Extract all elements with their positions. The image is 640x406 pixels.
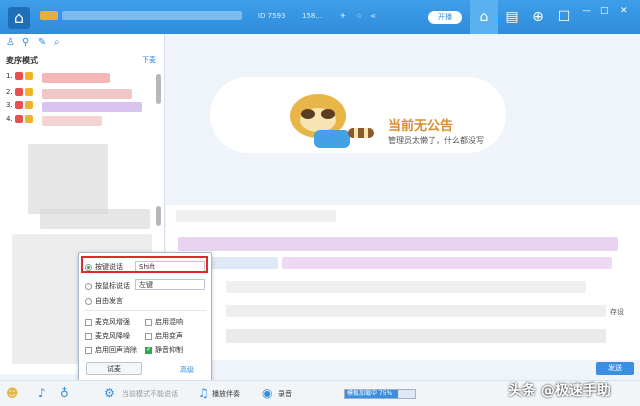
checkbox[interactable] bbox=[85, 332, 92, 340]
checkbox[interactable] bbox=[145, 332, 152, 340]
silence-suppress-option[interactable]: 静音抑制 bbox=[145, 345, 183, 355]
mouse-talk-key[interactable]: 左键 bbox=[135, 279, 205, 290]
radio[interactable] bbox=[85, 297, 92, 305]
nav-game-icon[interactable]: ⊕ bbox=[524, 0, 552, 34]
nav-phone-icon[interactable]: ☐ bbox=[550, 0, 578, 34]
speaker-icon[interactable]: ♪ bbox=[38, 386, 46, 400]
online-count: 158... bbox=[302, 12, 323, 20]
edit-icon[interactable]: ✎ bbox=[38, 37, 46, 48]
progress-label: 模板加载中 75% bbox=[347, 390, 393, 397]
favorite-icon[interactable]: ☆ bbox=[356, 12, 362, 20]
raccoon-mascot-icon bbox=[290, 94, 374, 148]
settings-icon[interactable]: ⚙ bbox=[104, 386, 115, 400]
queue-row[interactable]: 2. bbox=[6, 88, 33, 100]
chat-area: 存设 bbox=[166, 205, 640, 360]
location-icon[interactable]: ⚲ bbox=[22, 37, 29, 48]
minimize-button[interactable]: — bbox=[582, 6, 591, 16]
badge-icon bbox=[14, 115, 23, 123]
free-talk-option[interactable]: 自由发言 bbox=[85, 296, 123, 306]
reverb-option[interactable]: 启用混响 bbox=[145, 317, 183, 327]
notice-subtitle: 管理员太懒了，什么都没写 bbox=[388, 136, 484, 145]
crown-icon bbox=[24, 72, 33, 80]
chat-line bbox=[282, 257, 612, 269]
music-icon[interactable]: ♫ bbox=[198, 386, 209, 400]
nav-home-icon[interactable]: ⌂ bbox=[470, 0, 498, 34]
checkbox[interactable] bbox=[85, 318, 92, 326]
down-mic-button[interactable]: 下麦 bbox=[142, 55, 156, 65]
record-label[interactable]: 录音 bbox=[278, 389, 292, 399]
maximize-button[interactable]: □ bbox=[600, 6, 609, 16]
room-id: ID 7593 bbox=[258, 12, 286, 20]
progress-bar: 模板加载中 75% bbox=[344, 389, 416, 399]
chat-line bbox=[226, 281, 586, 293]
chat-line bbox=[226, 305, 606, 317]
checkbox[interactable] bbox=[145, 318, 152, 326]
badge-icon bbox=[14, 101, 23, 109]
send-button[interactable]: 发送 bbox=[596, 362, 634, 375]
mouse-talk-option[interactable]: 按鼠标说话 bbox=[85, 281, 130, 291]
live-button[interactable]: 开播 bbox=[428, 11, 462, 24]
title-bar: ⌂ ID 7593 158... ✈ ☆ ⋖ 开播 ⌂ ▤ ⊕ ☐ — □ ✕ bbox=[0, 0, 640, 34]
home-icon[interactable]: ⌂ bbox=[8, 7, 30, 29]
queue-number: 1. bbox=[6, 72, 13, 80]
chat-line bbox=[226, 329, 606, 343]
record-icon[interactable]: ◉ bbox=[262, 386, 272, 400]
search-icon[interactable]: ⌕ bbox=[54, 37, 60, 48]
raccoon-avatar-icon[interactable]: ☻ bbox=[6, 386, 19, 400]
test-mic-button[interactable]: 试麦 bbox=[86, 362, 142, 375]
queue-number: 4. bbox=[6, 115, 13, 123]
member-scrollbar[interactable] bbox=[156, 206, 161, 226]
queue-name bbox=[42, 89, 132, 99]
queue-name bbox=[42, 102, 142, 112]
queue-row[interactable]: 1. bbox=[6, 72, 33, 84]
chat-line bbox=[178, 237, 618, 251]
crown-icon bbox=[24, 115, 33, 123]
mic-icon[interactable]: ♁ bbox=[60, 386, 69, 400]
member-list bbox=[28, 144, 108, 214]
badge-icon bbox=[14, 88, 23, 96]
user-icon[interactable]: ♙ bbox=[6, 37, 15, 48]
share-icon[interactable]: ⋖ bbox=[370, 12, 376, 20]
queue-row[interactable]: 3. bbox=[6, 101, 33, 113]
room-name bbox=[40, 11, 58, 20]
queue-number: 2. bbox=[6, 88, 13, 96]
radio[interactable] bbox=[85, 282, 92, 290]
room-info bbox=[62, 11, 242, 20]
chat-line bbox=[176, 210, 336, 222]
queue-number: 3. bbox=[6, 101, 13, 109]
checkbox[interactable] bbox=[85, 346, 92, 354]
mic-mode-label: 麦序模式 bbox=[6, 56, 38, 65]
checkbox-checked[interactable] bbox=[145, 345, 152, 354]
crown-icon bbox=[24, 101, 33, 109]
highlight-box bbox=[81, 256, 208, 273]
queue-name bbox=[42, 116, 102, 126]
notice-title: 当前无公告 bbox=[388, 119, 454, 134]
advanced-link[interactable]: 高级 bbox=[180, 365, 194, 375]
accompany-label[interactable]: 播放伴奏 bbox=[212, 389, 240, 399]
plane-icon[interactable]: ✈ bbox=[340, 12, 346, 20]
badge-icon bbox=[14, 72, 23, 80]
member-list bbox=[40, 209, 150, 229]
voice-change-option[interactable]: 启用变声 bbox=[145, 331, 183, 341]
queue-row[interactable]: 4. bbox=[6, 115, 33, 127]
queue-scrollbar[interactable] bbox=[156, 74, 161, 104]
close-button[interactable]: ✕ bbox=[620, 6, 628, 16]
mic-enhance-option[interactable]: 麦克风增强 bbox=[85, 317, 130, 327]
cannot-speak-label: 当前模式不能说话 bbox=[122, 390, 178, 398]
queue-name bbox=[42, 73, 110, 83]
nav-list-icon[interactable]: ▤ bbox=[498, 0, 526, 34]
crown-icon bbox=[24, 88, 33, 96]
watermark: 头条 @极速手助 bbox=[508, 383, 611, 399]
chat-side-label: 存设 bbox=[610, 308, 624, 316]
noise-reduction-option[interactable]: 麦克风降噪 bbox=[85, 331, 130, 341]
echo-cancel-option[interactable]: 启用回声消除 bbox=[85, 345, 137, 355]
